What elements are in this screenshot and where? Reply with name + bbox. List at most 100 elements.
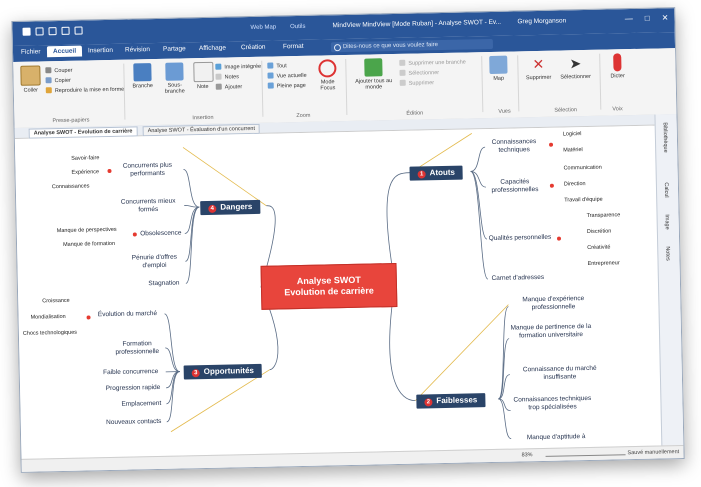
topic-connaissances-specialisees[interactable]: Connaissances techniques trop spécialisé… xyxy=(510,395,594,413)
topic-stagnation[interactable]: Stagnation xyxy=(142,279,186,288)
map-view-icon xyxy=(489,55,508,74)
topic-progression-rapide[interactable]: Progression rapide xyxy=(100,384,166,393)
minimize-icon[interactable]: — xyxy=(625,14,633,23)
leaf-experience[interactable]: Expérience xyxy=(71,169,99,176)
leaf-materiel[interactable]: Matériel xyxy=(563,147,583,153)
user-name[interactable]: Greg Morganson xyxy=(517,17,566,25)
topic-concurrents-performants[interactable]: Concurrents plus performants xyxy=(111,161,183,179)
topic-formation-professionnelle[interactable]: Formation professionnelle xyxy=(109,340,165,357)
topic-nouveaux-contacts[interactable]: Nouveaux contacts xyxy=(101,418,167,427)
tab-creation[interactable]: Création xyxy=(241,44,266,52)
format-painter-button[interactable]: Reproduire la mise en forme xyxy=(45,86,125,95)
maximize-icon[interactable]: □ xyxy=(645,14,650,23)
topic-faible-concurrence[interactable]: Faible concurrence xyxy=(96,368,166,377)
leaf-chocs-technologiques[interactable]: Chocs technologiques xyxy=(23,330,77,337)
edit-delete-button[interactable]: Supprimer xyxy=(399,79,435,87)
redo-icon[interactable] xyxy=(61,26,70,35)
attach-button[interactable]: Ajouter xyxy=(215,83,242,91)
collapse-toggle[interactable] xyxy=(86,315,91,320)
topic-connaissances-techniques[interactable]: Connaissances techniques xyxy=(483,138,545,155)
leaf-transparence[interactable]: Transparence xyxy=(586,212,620,219)
leaf-entrepreneur[interactable]: Entrepreneur xyxy=(587,260,619,267)
topic-connaissance-marche[interactable]: Connaissance du marché insuffisante xyxy=(510,365,610,383)
add-to-map-button[interactable]: Ajouter tous au monde xyxy=(351,58,396,91)
leaf-communication[interactable]: Communication xyxy=(563,165,601,172)
note-button[interactable]: Note xyxy=(193,61,214,90)
tab-format[interactable]: Format xyxy=(283,43,304,50)
notes-button[interactable]: Notes xyxy=(215,73,239,81)
panel-tab-image[interactable]: Image xyxy=(664,214,670,229)
context-tab-outils[interactable]: Outils xyxy=(290,24,305,30)
select-button[interactable]: ➤ Sélectionner xyxy=(557,54,594,81)
leaf-savoir-faire[interactable]: Savoir-faire xyxy=(71,155,99,162)
tab-affichage[interactable]: Affichage xyxy=(199,45,226,53)
leaf-travail-equipe[interactable]: Travail d'équipe xyxy=(564,197,603,204)
delete-branch-button[interactable]: Supprimer une branche xyxy=(399,58,466,67)
undo-icon[interactable] xyxy=(48,27,57,36)
main-branch-dangers[interactable]: 4 Dangers xyxy=(200,199,261,216)
search-input[interactable]: Dites-nous ce que vous voulez faire xyxy=(330,38,494,53)
leaf-manque-perspectives[interactable]: Manque de perspectives xyxy=(57,227,117,234)
select-map-button[interactable]: Sélectionner xyxy=(399,69,439,77)
paste-button[interactable]: Coller xyxy=(19,65,42,94)
search-icon xyxy=(333,44,342,52)
zoom-page-button[interactable]: Pleine page xyxy=(267,82,306,90)
sub-branch-button[interactable]: Sous-branche xyxy=(159,62,190,95)
collapse-toggle[interactable] xyxy=(549,142,554,147)
selection-delete-label: Supprimer xyxy=(525,74,552,82)
tab-accueil[interactable]: Accueil xyxy=(46,45,83,58)
panel-tab-notes[interactable]: Notes xyxy=(664,246,670,260)
leaf-manque-formation[interactable]: Manque de formation xyxy=(63,241,115,248)
mind-map-canvas[interactable]: Analyse SWOT Evolution de carrière 1 Atout… xyxy=(14,125,660,459)
topic-obsolescence[interactable]: Obsolescence xyxy=(137,229,185,238)
zoom-level[interactable]: 83% xyxy=(521,452,532,458)
central-topic[interactable]: Analyse SWOT Evolution de carrière xyxy=(260,262,398,310)
collapse-toggle[interactable] xyxy=(107,168,112,174)
leaf-direction[interactable]: Direction xyxy=(564,181,586,187)
topic-manque-pertinence[interactable]: Manque de pertinence de la formation uni… xyxy=(509,323,593,341)
tab-revision[interactable]: Révision xyxy=(125,46,150,54)
branch-button[interactable]: Branche xyxy=(129,63,156,90)
copy-button[interactable]: Copier xyxy=(45,77,71,85)
context-tab-webmap[interactable]: Web Map xyxy=(250,24,276,31)
leaf-croissance[interactable]: Croissance xyxy=(42,298,70,305)
main-branch-opportunites[interactable]: 3 Opportunités xyxy=(183,363,263,380)
leaf-creativite[interactable]: Créativité xyxy=(587,245,610,251)
edit-delete-label: Supprimer xyxy=(408,80,435,87)
topic-penurie-offres[interactable]: Pénurie d'offres d'emploi xyxy=(123,253,185,270)
topic-concurrents-formes[interactable]: Concurrents mieux formés xyxy=(112,197,184,215)
cut-button[interactable]: Couper xyxy=(45,67,73,75)
topic-capacites-professionnelles[interactable]: Capacités professionnelles xyxy=(484,178,546,195)
zoom-fit-label: Vue actuelle xyxy=(276,72,307,80)
topic-carnet-adresses[interactable]: Carnet d'adresses xyxy=(486,274,550,283)
group-clipboard: Presse-papiers xyxy=(52,117,90,125)
leaf-mondialisation[interactable]: Mondialisation xyxy=(30,314,65,321)
collapse-toggle[interactable] xyxy=(556,236,562,241)
selection-delete-button[interactable]: ✕ Supprimer xyxy=(523,55,554,82)
close-icon[interactable]: ✕ xyxy=(662,13,669,22)
topic-manque-experience[interactable]: Manque d'expérience professionnelle xyxy=(508,295,598,313)
dictate-button[interactable]: Dicter xyxy=(605,53,630,79)
leaf-connaissances[interactable]: Connaissances xyxy=(52,183,90,190)
tab-partage[interactable]: Partage xyxy=(163,45,186,52)
panel-tab-library[interactable]: Bibliothèque xyxy=(662,122,669,152)
leaf-logiciel[interactable]: Logiciel xyxy=(563,131,582,137)
zoom-slider[interactable] xyxy=(545,448,626,457)
image-button[interactable]: Image intégrée xyxy=(215,63,261,71)
focus-mode-button[interactable]: Mode Focus xyxy=(315,59,340,92)
tab-insertion[interactable]: Insertion xyxy=(88,47,113,55)
zoom-all-button[interactable]: Tout xyxy=(267,62,287,69)
collapse-toggle[interactable] xyxy=(549,183,554,188)
panel-tab-calcul[interactable]: Calcul xyxy=(663,182,669,197)
save-icon[interactable] xyxy=(35,27,44,36)
map-view-button[interactable]: Map xyxy=(487,55,510,82)
zoom-fit-button[interactable]: Vue actuelle xyxy=(267,72,307,80)
leaf-discretion[interactable]: Discrétion xyxy=(587,228,612,235)
topic-qualites-personnelles[interactable]: Qualités personnelles xyxy=(485,234,555,243)
topic-emplacement[interactable]: Emplacement xyxy=(116,400,166,409)
print-icon[interactable] xyxy=(74,26,83,35)
tab-fichier[interactable]: Fichier xyxy=(21,48,41,55)
topic-evolution-marche[interactable]: Évolution du marché xyxy=(90,310,164,320)
main-branch-faiblesses[interactable]: 2 Faiblesses xyxy=(416,393,486,409)
main-branch-atouts[interactable]: 1 Atouts xyxy=(409,165,464,181)
